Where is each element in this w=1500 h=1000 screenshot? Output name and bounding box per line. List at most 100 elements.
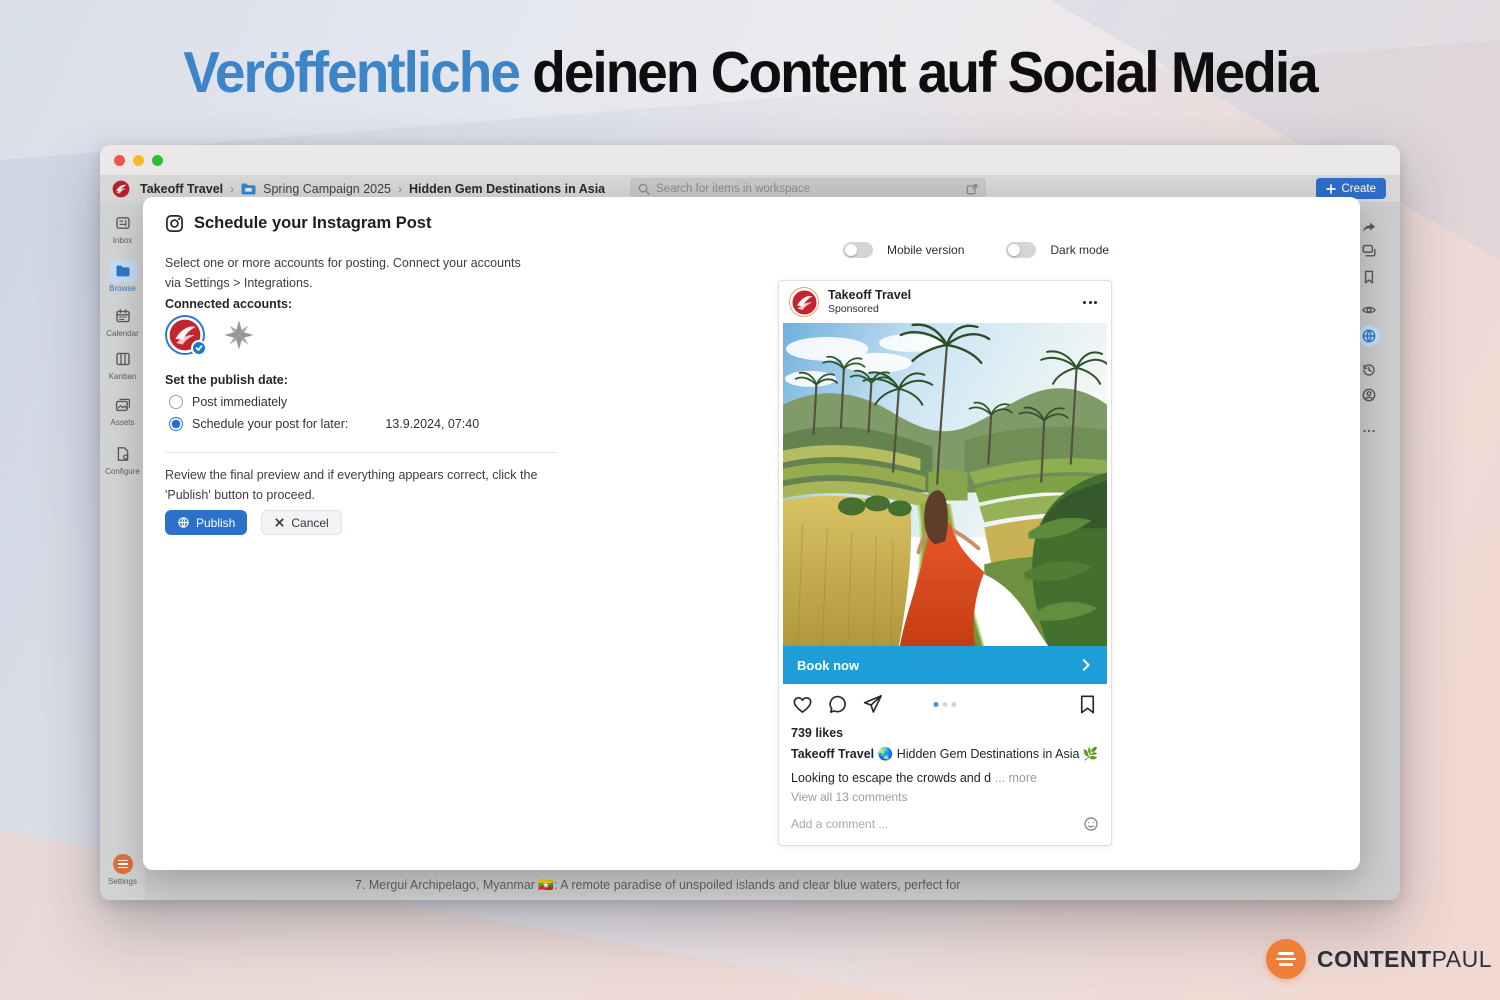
save-bookmark-icon[interactable] bbox=[1076, 693, 1099, 716]
scheduled-datetime[interactable]: 13.9.2024, 07:40 bbox=[385, 417, 479, 431]
cancel-button-label: Cancel bbox=[291, 515, 329, 530]
comment-icon[interactable] bbox=[826, 693, 849, 716]
mobile-version-label: Mobile version bbox=[887, 243, 965, 257]
instagram-preview-card: Takeoff Travel Sponsored Book now 739 li… bbox=[778, 280, 1112, 846]
breadcrumb-workspace[interactable]: Takeoff Travel bbox=[140, 182, 223, 196]
dark-mode-toggle[interactable] bbox=[1006, 242, 1037, 258]
caption-preview-text: Looking to escape the crowds and d bbox=[791, 771, 992, 785]
browse-folder-icon bbox=[116, 265, 129, 277]
rice-terrace-photo bbox=[783, 323, 1107, 646]
sidebar-item-inbox[interactable]: Inbox bbox=[100, 212, 145, 245]
caption-author[interactable]: Takeoff Travel bbox=[791, 747, 874, 761]
workspace-search[interactable] bbox=[630, 178, 986, 199]
carousel-dots bbox=[933, 702, 957, 707]
breadcrumb-item[interactable]: Hidden Gem Destinations in Asia bbox=[409, 182, 605, 196]
page-title-rest: deinen Content auf Social Media bbox=[532, 39, 1318, 105]
radio-label: Schedule your post for later: bbox=[192, 417, 349, 431]
connected-accounts-label: Connected accounts: bbox=[165, 297, 293, 311]
chevron-right-icon: › bbox=[230, 181, 235, 196]
history-icon[interactable] bbox=[1358, 359, 1380, 381]
instagram-icon bbox=[166, 215, 183, 232]
bookmark-icon[interactable] bbox=[1358, 266, 1380, 288]
close-window-button[interactable] bbox=[114, 154, 125, 166]
quick-open-icon bbox=[966, 183, 978, 194]
book-now-button[interactable]: Book now bbox=[783, 646, 1107, 684]
cancel-button[interactable]: Cancel bbox=[261, 510, 342, 535]
settings-icon bbox=[112, 854, 133, 874]
create-button[interactable]: Create bbox=[1316, 178, 1386, 199]
configure-icon bbox=[117, 447, 128, 461]
radio-label: Post immediately bbox=[192, 395, 288, 409]
emoji-smiley-icon[interactable] bbox=[1083, 816, 1099, 832]
close-icon bbox=[275, 518, 285, 527]
minimize-window-button[interactable] bbox=[133, 154, 144, 166]
create-button-label: Create bbox=[1341, 182, 1376, 195]
more-options-icon[interactable] bbox=[1358, 420, 1380, 442]
caption-text: Hidden Gem Destinations in Asia bbox=[896, 747, 1080, 761]
selected-check-icon bbox=[191, 340, 207, 356]
sidebar-item-calendar[interactable]: Calendar bbox=[100, 305, 145, 338]
radio-schedule-later[interactable]: Schedule your post for later: 13.9.2024,… bbox=[169, 417, 479, 431]
brand-light: PAUL bbox=[1431, 945, 1493, 972]
radio-post-immediately[interactable]: Post immediately bbox=[169, 395, 287, 409]
account-takeoff-travel[interactable] bbox=[165, 315, 207, 356]
breadcrumb-folder[interactable]: Spring Campaign 2025 bbox=[263, 182, 391, 196]
mobile-version-toggle[interactable] bbox=[843, 242, 873, 258]
post-account-name[interactable]: Takeoff Travel bbox=[828, 288, 1070, 304]
folder-icon bbox=[241, 183, 256, 194]
avatar bbox=[789, 287, 819, 317]
more-link[interactable]: ... more bbox=[995, 771, 1037, 785]
connected-accounts-row bbox=[165, 315, 255, 356]
chevron-right-icon bbox=[1082, 659, 1090, 671]
account-icon[interactable] bbox=[1358, 384, 1380, 406]
window-titlebar bbox=[100, 145, 1400, 175]
sidebar-item-kanban[interactable]: Kanban bbox=[100, 348, 145, 381]
post-header: Takeoff Travel Sponsored bbox=[779, 281, 1111, 323]
like-heart-icon[interactable] bbox=[791, 693, 814, 716]
background-document-text: 7. Mergui Archipelago, Myanmar 🇲🇲: A rem… bbox=[355, 878, 961, 892]
app-window: Takeoff Travel › Spring Campaign 2025 › … bbox=[100, 145, 1400, 900]
schedule-post-modal: Schedule your Instagram Post Select one … bbox=[143, 197, 1360, 870]
watch-eye-icon[interactable] bbox=[1358, 299, 1380, 321]
sidebar-item-browse[interactable]: Browse bbox=[100, 260, 145, 293]
sidebar-item-label: Kanban bbox=[108, 372, 137, 381]
caption-preview-line: Looking to escape the crowds and d ... m… bbox=[779, 762, 1111, 785]
publish-globe-icon[interactable] bbox=[1358, 325, 1380, 347]
sidebar-item-label: Browse bbox=[109, 284, 136, 293]
modal-intro-text: Select one or more accounts for posting.… bbox=[165, 256, 521, 290]
search-icon bbox=[638, 183, 650, 195]
account-secondary-icon[interactable] bbox=[223, 319, 255, 351]
add-comment-row[interactable]: Add a comment ... bbox=[779, 804, 1111, 845]
maximize-window-button[interactable] bbox=[152, 154, 163, 166]
comment-placeholder[interactable]: Add a comment ... bbox=[791, 817, 888, 831]
post-actions bbox=[779, 684, 1111, 720]
search-input[interactable] bbox=[656, 182, 960, 195]
sidebar-item-settings[interactable]: Settings bbox=[100, 854, 145, 886]
contentpaul-branding: CONTENTPAUL bbox=[1266, 939, 1492, 979]
leaf-emoji: 🌿 bbox=[1082, 747, 1099, 761]
sidebar-item-label: Settings bbox=[108, 877, 137, 886]
brand-bold: CONTENT bbox=[1317, 945, 1432, 972]
modal-title-text: Schedule your Instagram Post bbox=[194, 214, 432, 232]
post-image bbox=[783, 323, 1107, 646]
share-icon[interactable] bbox=[1358, 216, 1380, 238]
book-now-label: Book now bbox=[797, 657, 860, 673]
assets-icon bbox=[115, 398, 130, 412]
preview-toggles: Mobile version Dark mode bbox=[843, 242, 1109, 258]
share-plane-icon[interactable] bbox=[861, 693, 884, 716]
calendar-icon bbox=[115, 309, 130, 323]
globe-icon bbox=[178, 517, 189, 528]
likes-count[interactable]: 739 likes bbox=[779, 720, 1111, 740]
kanban-icon bbox=[115, 352, 130, 366]
view-comments-link[interactable]: View all 13 comments bbox=[779, 785, 1111, 804]
sidebar-item-assets[interactable]: Assets bbox=[100, 394, 145, 427]
sidebar-item-label: Calendar bbox=[106, 329, 139, 338]
comments-icon[interactable] bbox=[1358, 240, 1380, 262]
radio-selected-icon bbox=[169, 417, 183, 431]
workspace-logo-icon bbox=[112, 180, 130, 197]
sidebar-item-configure[interactable]: Configure bbox=[100, 443, 145, 476]
post-more-icon[interactable] bbox=[1079, 297, 1101, 308]
publish-button[interactable]: Publish bbox=[165, 510, 248, 535]
publish-date-label: Set the publish date: bbox=[165, 373, 288, 387]
takeoff-travel-logo-icon bbox=[792, 290, 816, 314]
